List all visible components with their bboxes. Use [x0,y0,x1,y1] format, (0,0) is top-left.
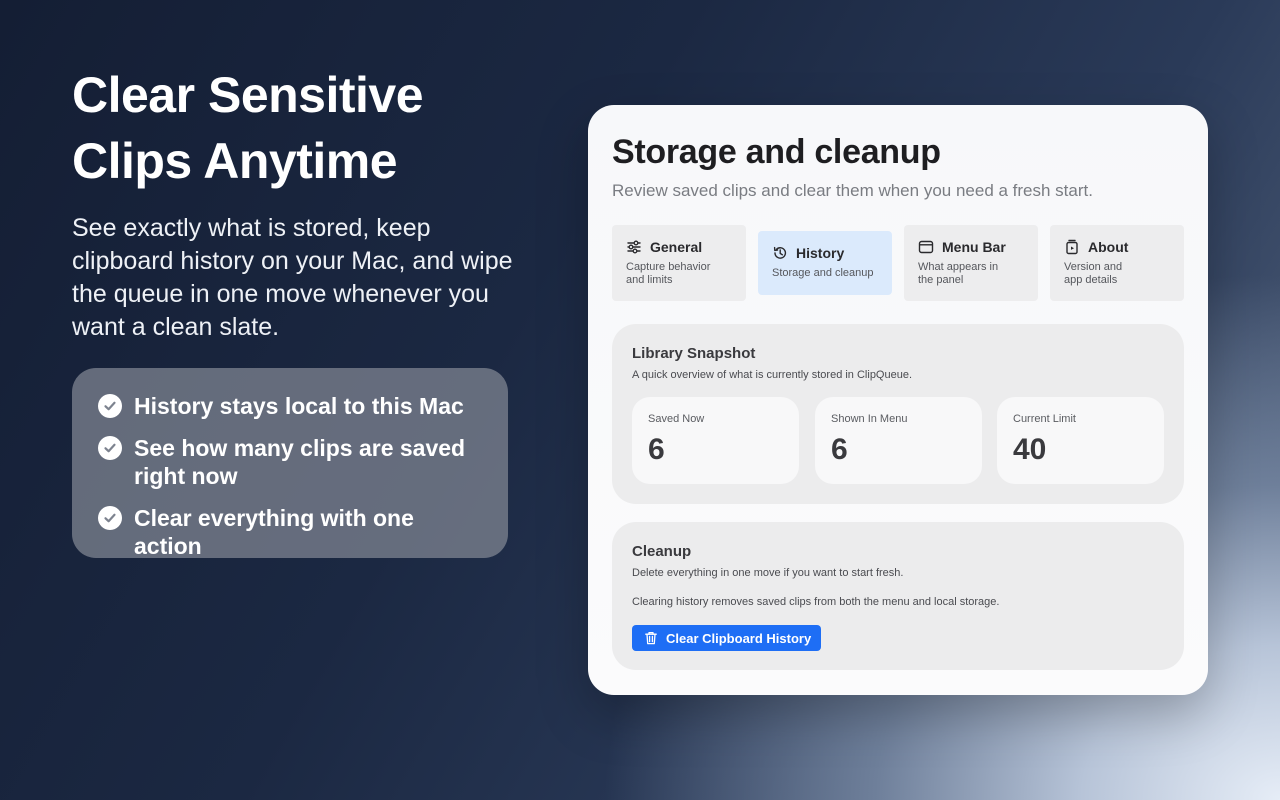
feature-item: Clear everything with one action [98,504,484,560]
section-note: Clearing history removes saved clips fro… [632,596,1000,608]
window-icon [918,240,934,254]
tab-label: Menu Bar [942,239,1006,255]
button-label: Clear Clipboard History [666,630,812,646]
hero-headline: Clear Sensitive Clips Anytime [72,67,424,189]
section-title: Library Snapshot [632,345,756,362]
stat-label: Current Limit [1013,413,1076,425]
section-desc: Delete everything in one move if you wan… [632,567,904,579]
checkmark-icon [98,506,122,530]
cleanup-section: Cleanup Delete everything in one move if… [612,522,1184,670]
clear-clipboard-history-button[interactable]: Clear Clipboard History [632,625,821,651]
tab-desc: Version and app details [1064,261,1123,286]
stat-card-saved-now: Saved Now 6 [632,397,799,484]
feature-text: History stays local to this Mac [134,393,464,419]
stat-label: Saved Now [648,413,705,425]
tab-menu-bar[interactable]: Menu Bar What appears in the panel [904,225,1038,301]
settings-window: Storage and cleanup Review saved clips a… [588,105,1208,695]
tab-desc: Storage and cleanup [772,267,874,279]
stat-label: Shown In Menu [831,413,908,425]
tab-about[interactable]: About Version and app details [1050,225,1184,301]
feature-card: History stays local to this Mac See how … [72,368,508,560]
feature-item: See how many clips are saved right now [98,434,484,490]
page-subtitle: Review saved clips and clear them when y… [612,181,1093,200]
page-title: Storage and cleanup [612,133,941,171]
stat-value: 6 [831,433,848,466]
tab-desc: What appears in the panel [918,261,999,286]
section-desc: A quick overview of what is currently st… [632,369,913,381]
tab-label: History [796,245,845,261]
stat-value: 40 [1013,433,1047,466]
library-snapshot-section: Library Snapshot A quick overview of wha… [612,324,1184,504]
trash-icon [645,631,657,645]
hero-lede: See exactly what is stored, keep clipboa… [72,214,513,341]
section-title: Cleanup [632,543,692,560]
stat-card-shown-in-menu: Shown In Menu 6 [815,397,982,484]
feature-text: See how many clips are saved right now [134,435,466,489]
tab-general[interactable]: General Capture behavior and limits [612,225,746,301]
tab-history[interactable]: History Storage and cleanup [758,231,892,295]
tab-label: About [1088,239,1129,255]
feature-item: History stays local to this Mac [98,392,484,420]
checkmark-icon [98,394,122,418]
history-icon [773,246,787,259]
sliders-icon [627,240,641,254]
app-info-icon [1066,239,1078,255]
checkmark-icon [98,436,122,460]
stat-card-current-limit: Current Limit 40 [997,397,1164,484]
tab-label: General [650,239,703,255]
tab-desc: Capture behavior and limits [626,261,711,286]
stat-value: 6 [648,433,665,466]
feature-text: Clear everything with one action [134,505,414,559]
